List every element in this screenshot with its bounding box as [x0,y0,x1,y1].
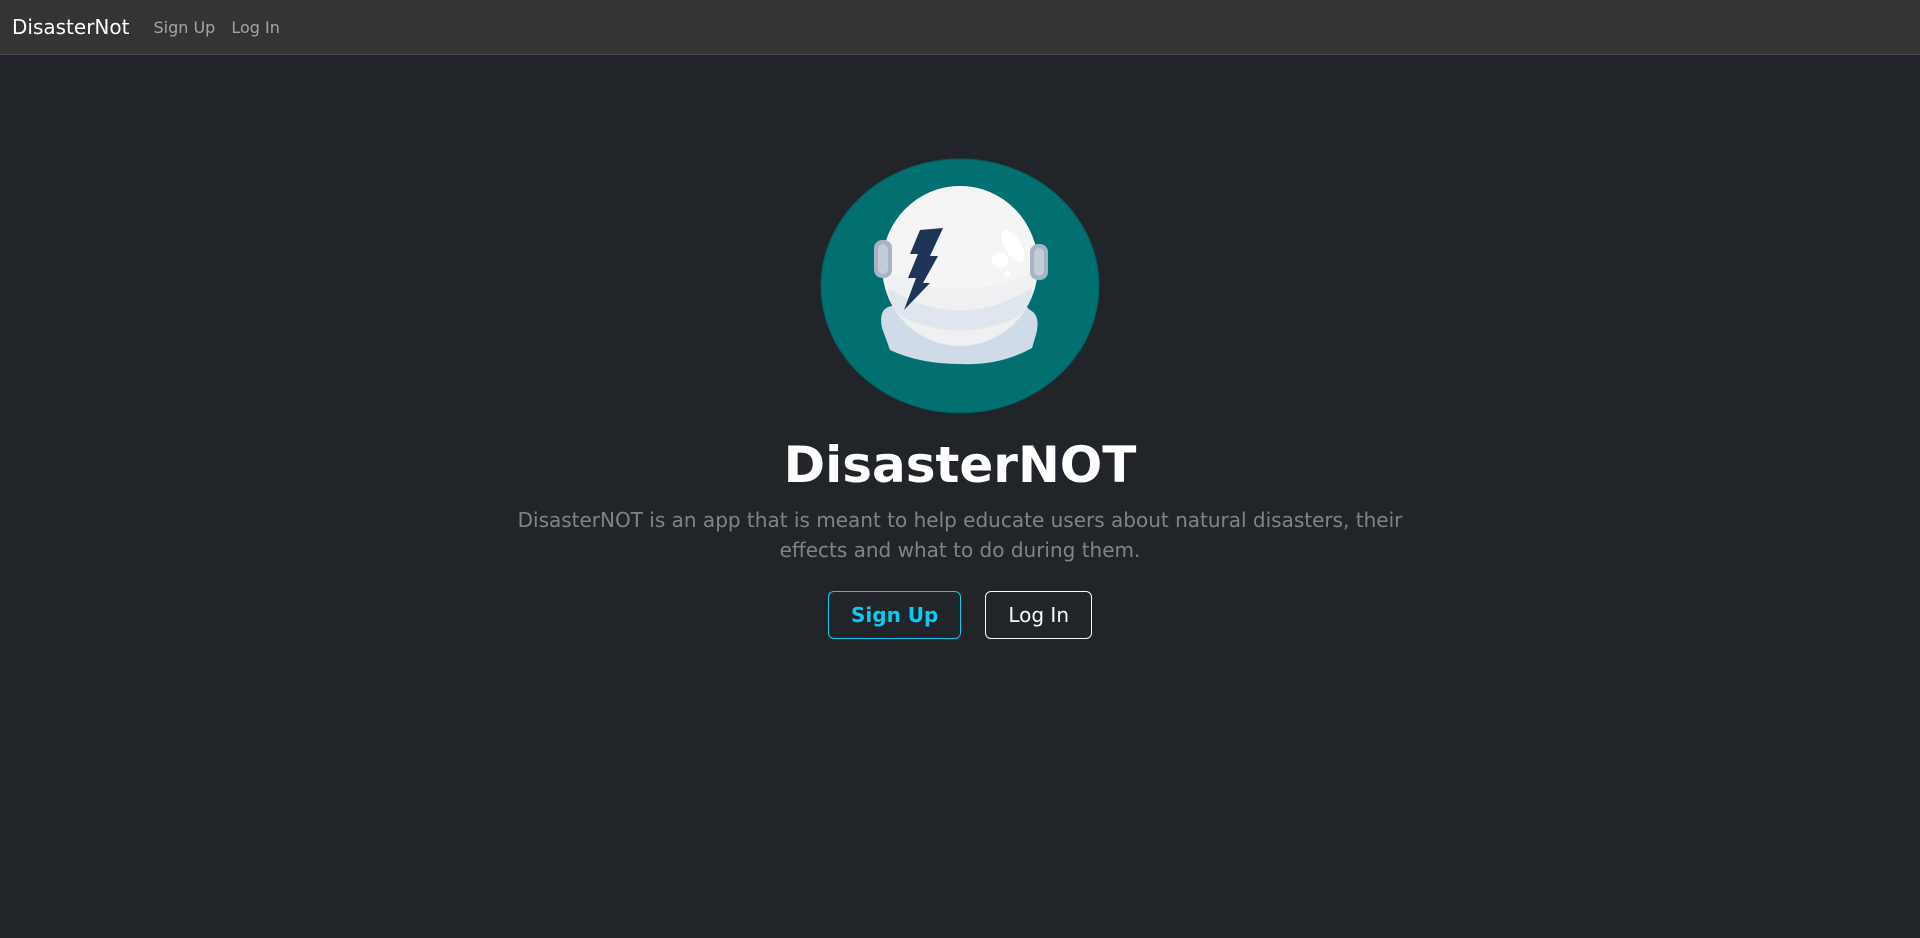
app-description: DisasterNOT is an app that is meant to h… [517,508,1403,562]
login-button[interactable]: Log In [985,591,1092,639]
astronaut-helmet-lightning-icon [820,158,1100,414]
page-title: DisasterNOT [783,436,1137,494]
brand-link[interactable]: DisasterNot [12,15,129,39]
signup-button[interactable]: Sign Up [828,591,962,639]
nav-login-link[interactable]: Log In [231,18,280,37]
hero-buttons: Sign Up Log In [828,591,1092,639]
hero-section: DisasterNOT DisasterNOT is an app that i… [0,158,1920,639]
nav-signup-link[interactable]: Sign Up [153,18,215,37]
navbar: DisasterNot Sign Up Log In [0,0,1920,55]
